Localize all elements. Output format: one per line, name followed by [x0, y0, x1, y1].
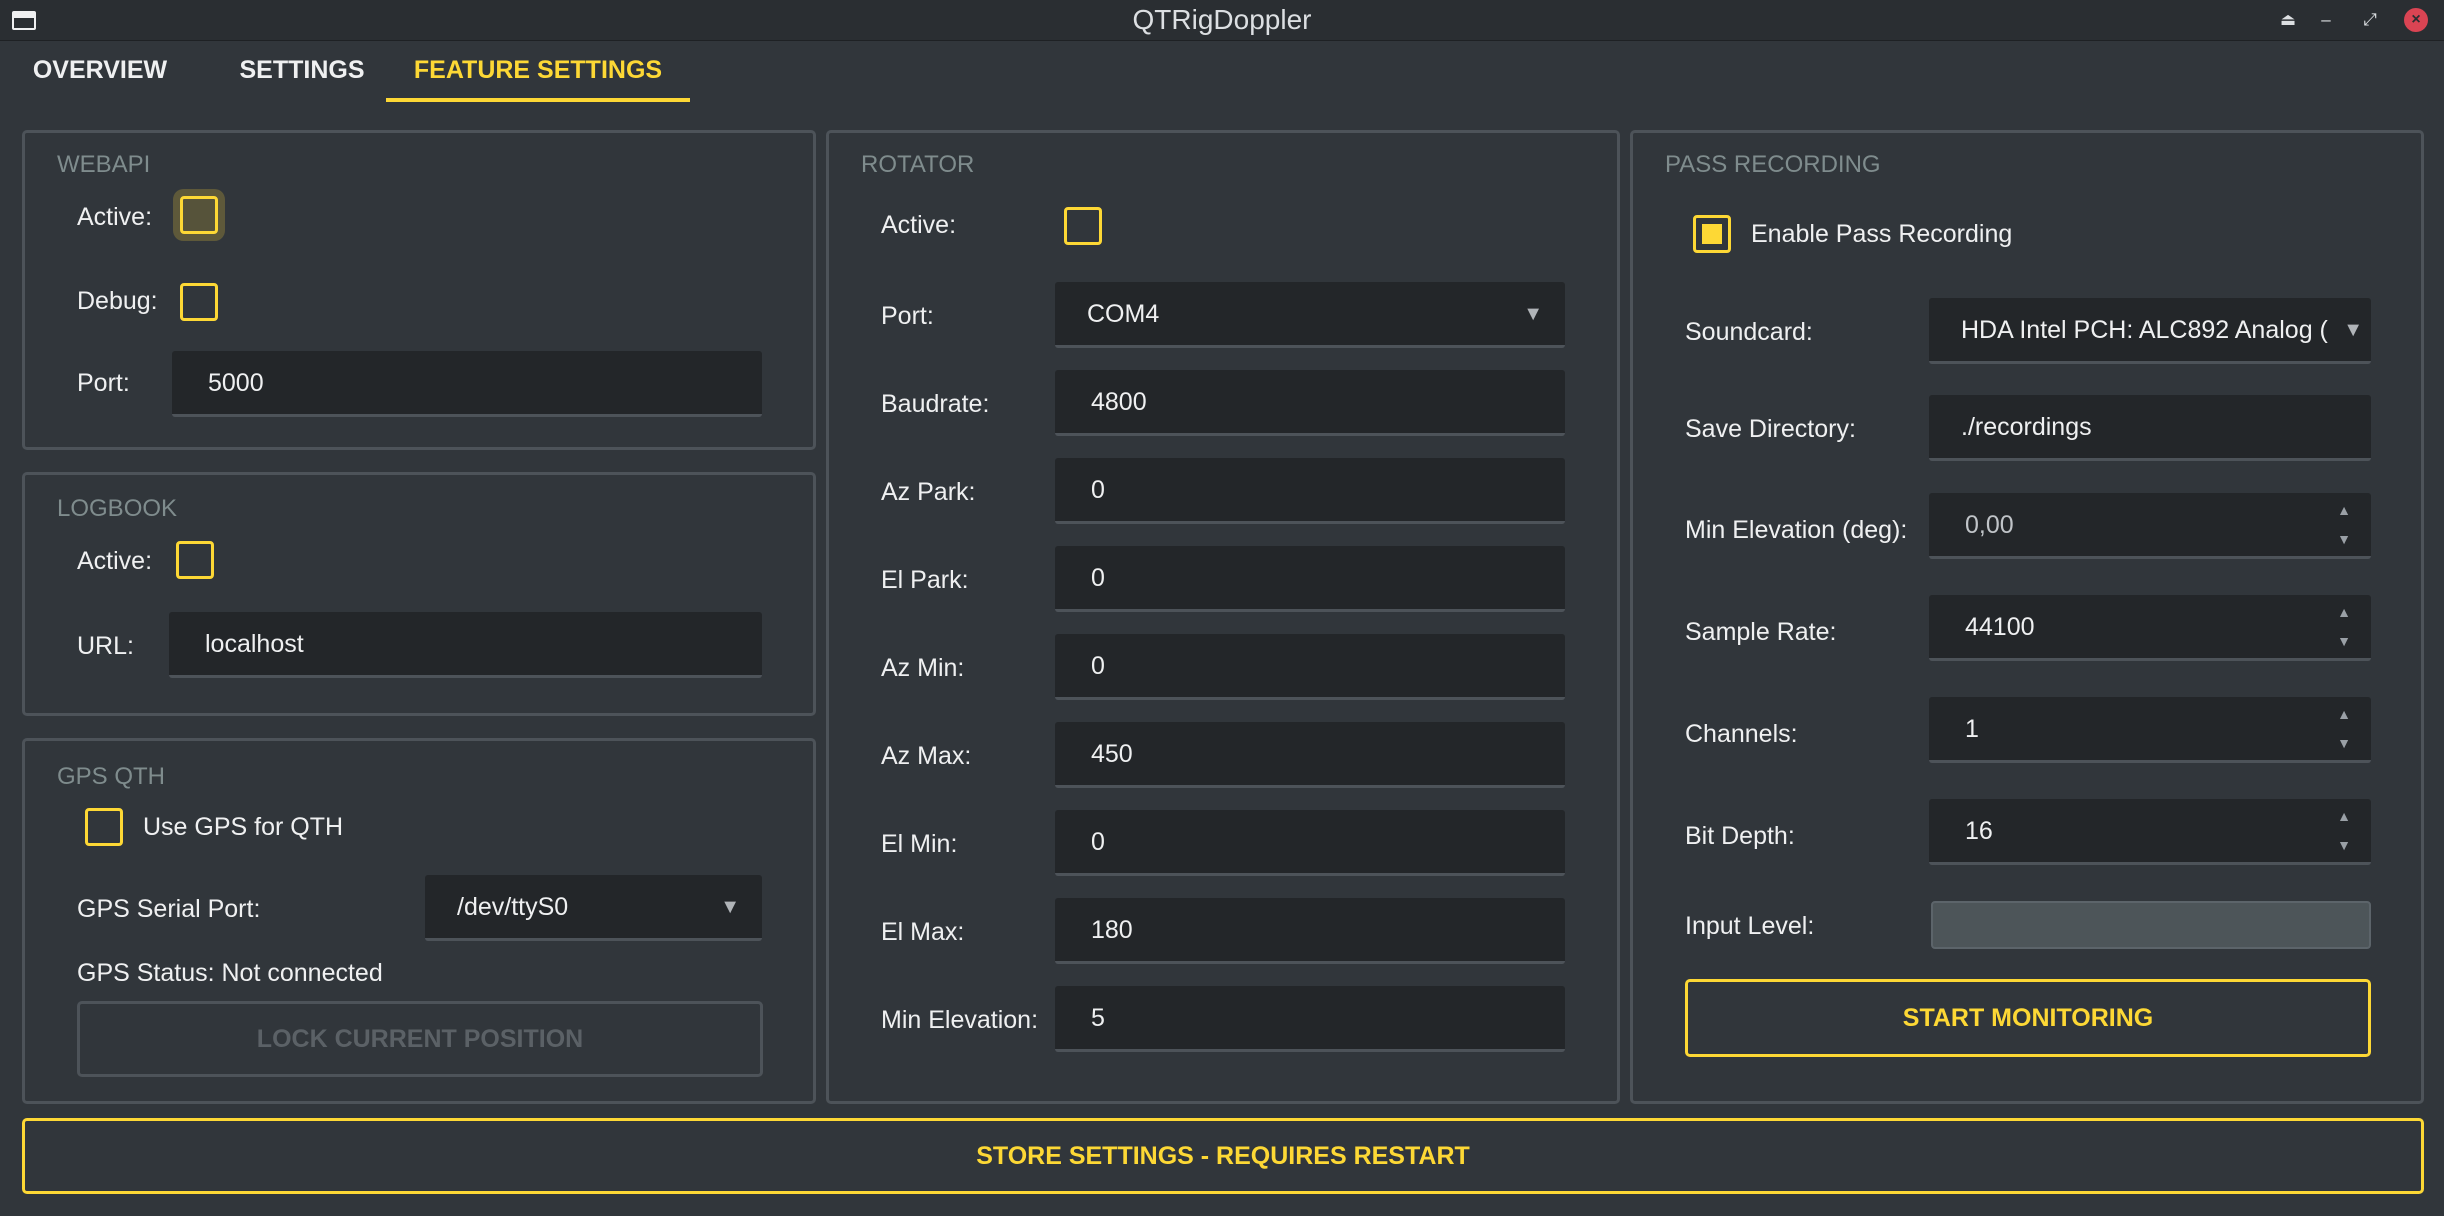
use-gps-label: Use GPS for QTH — [143, 813, 344, 841]
bit-depth-spinbox[interactable]: 16 ▲ ▼ — [1929, 799, 2371, 865]
input-level-meter — [1931, 901, 2371, 949]
save-directory-label: Save Directory: — [1685, 415, 1856, 443]
webapi-port-input[interactable]: 5000 — [172, 351, 762, 417]
spin-down-icon[interactable]: ▼ — [2337, 736, 2351, 750]
chevron-down-icon: ▼ — [2343, 298, 2363, 361]
rotator-el-min-label: El Min: — [881, 830, 958, 858]
rotator-port-value: COM4 — [1087, 300, 1160, 328]
channels-spinbox[interactable]: 1 ▲ ▼ — [1929, 697, 2371, 763]
bit-depth-label: Bit Depth: — [1685, 822, 1795, 850]
rotator-az-park-label: Az Park: — [881, 478, 976, 506]
rotator-el-min-input[interactable]: 0 — [1055, 810, 1565, 876]
enable-pass-recording-checkbox[interactable] — [1693, 215, 1731, 253]
soundcard-select[interactable]: HDA Intel PCH: ALC892 Analog ( ▼ — [1929, 298, 2371, 364]
pass-recording-title: PASS RECORDING — [1665, 151, 1881, 178]
enable-pass-recording-label: Enable Pass Recording — [1751, 220, 2013, 248]
restore-icon[interactable]: ⤢ — [2358, 8, 2382, 32]
tab-settings[interactable]: SETTINGS — [204, 44, 400, 102]
channels-label: Channels: — [1685, 720, 1798, 748]
save-directory-input[interactable]: ./recordings — [1929, 395, 2371, 461]
rotator-active-checkbox[interactable] — [1064, 207, 1102, 245]
rotator-min-elevation-label: Min Elevation: — [881, 1006, 1039, 1034]
gps-status-text: GPS Status: Not connected — [77, 959, 383, 987]
min-elevation-deg-label: Min Elevation (deg): — [1685, 516, 1908, 544]
close-icon[interactable]: × — [2404, 8, 2428, 32]
tab-overview[interactable]: OVERVIEW — [14, 44, 186, 102]
lock-current-position-button[interactable]: LOCK CURRENT POSITION — [77, 1001, 763, 1077]
input-level-label: Input Level: — [1685, 912, 1815, 940]
rotator-baudrate-label: Baudrate: — [881, 390, 990, 418]
spin-down-icon[interactable]: ▼ — [2337, 838, 2351, 852]
use-gps-checkbox[interactable] — [85, 808, 123, 846]
rotator-az-park-input[interactable]: 0 — [1055, 458, 1565, 524]
keep-above-icon[interactable]: ⏏ — [2276, 8, 2300, 32]
webapi-title: WEBAPI — [57, 151, 151, 178]
rotator-az-max-input[interactable]: 450 — [1055, 722, 1565, 788]
pass-recording-group: PASS RECORDING Enable Pass Recording Sou… — [1630, 130, 2424, 1104]
rotator-el-max-input[interactable]: 180 — [1055, 898, 1565, 964]
rotator-el-park-label: El Park: — [881, 566, 969, 594]
spin-down-icon[interactable]: ▼ — [2337, 532, 2351, 546]
rotator-title: ROTATOR — [861, 151, 975, 178]
store-settings-button[interactable]: STORE SETTINGS - REQUIRES RESTART — [22, 1118, 2424, 1194]
bit-depth-value: 16 — [1965, 817, 1993, 845]
soundcard-value: HDA Intel PCH: ALC892 Analog ( — [1961, 316, 2328, 344]
rotator-min-elevation-input[interactable]: 5 — [1055, 986, 1565, 1052]
start-monitoring-button[interactable]: START MONITORING — [1685, 979, 2371, 1057]
rotator-active-label: Active: — [881, 211, 957, 239]
soundcard-label: Soundcard: — [1685, 318, 1813, 346]
window-title: QTRigDoppler — [1132, 4, 1312, 35]
min-elevation-spinbox[interactable]: 0,00 ▲ ▼ — [1929, 493, 2371, 559]
logbook-title: LOGBOOK — [57, 495, 178, 522]
rotator-el-max-label: El Max: — [881, 918, 965, 946]
rotator-group: ROTATOR Active: Port: COM4 ▼ Baudrate: 4… — [826, 130, 1620, 1104]
rotator-el-park-input[interactable]: 0 — [1055, 546, 1565, 612]
webapi-active-label: Active: — [77, 203, 153, 231]
gps-serial-port-select[interactable]: /dev/ttyS0 ▼ — [425, 875, 762, 941]
rotator-port-label: Port: — [881, 302, 934, 330]
chevron-down-icon: ▼ — [1523, 303, 1543, 325]
sample-rate-value: 44100 — [1965, 613, 2035, 641]
spin-down-icon[interactable]: ▼ — [2337, 634, 2351, 648]
logbook-active-label: Active: — [77, 547, 153, 575]
logbook-url-label: URL: — [77, 632, 134, 660]
tab-feature-settings[interactable]: FEATURE SETTINGS — [386, 44, 690, 102]
minimize-icon[interactable]: – — [2314, 8, 2338, 32]
channels-value: 1 — [1965, 715, 1979, 743]
rotator-port-select[interactable]: COM4 ▼ — [1055, 282, 1565, 348]
rotator-az-min-label: Az Min: — [881, 654, 965, 682]
spin-up-icon[interactable]: ▲ — [2337, 707, 2351, 721]
logbook-group: LOGBOOK Active: URL: localhost — [22, 472, 816, 716]
rotator-baudrate-input[interactable]: 4800 — [1055, 370, 1565, 436]
webapi-active-checkbox[interactable] — [180, 196, 218, 234]
sample-rate-label: Sample Rate: — [1685, 618, 1837, 646]
webapi-debug-checkbox[interactable] — [180, 283, 218, 321]
logbook-active-checkbox[interactable] — [176, 541, 214, 579]
rotator-az-min-input[interactable]: 0 — [1055, 634, 1565, 700]
webapi-group: WEBAPI Active: Debug: Port: 5000 — [22, 130, 816, 450]
chevron-down-icon: ▼ — [720, 896, 740, 918]
spin-up-icon[interactable]: ▲ — [2337, 605, 2351, 619]
gps-qth-title: GPS QTH — [57, 763, 166, 790]
gps-qth-group: GPS QTH Use GPS for QTH GPS Serial Port:… — [22, 738, 816, 1104]
sample-rate-spinbox[interactable]: 44100 ▲ ▼ — [1929, 595, 2371, 661]
gps-serial-port-label: GPS Serial Port: — [77, 895, 261, 923]
rotator-az-max-label: Az Max: — [881, 742, 972, 770]
spin-up-icon[interactable]: ▲ — [2337, 503, 2351, 517]
title-bar: QTRigDoppler ⏏ – ⤢ × — [0, 0, 2444, 41]
logbook-url-input[interactable]: localhost — [169, 612, 762, 678]
spin-up-icon[interactable]: ▲ — [2337, 809, 2351, 823]
webapi-port-label: Port: — [77, 369, 130, 397]
min-elevation-value: 0,00 — [1965, 511, 2014, 539]
webapi-debug-label: Debug: — [77, 287, 158, 315]
gps-serial-port-value: /dev/ttyS0 — [457, 893, 569, 921]
